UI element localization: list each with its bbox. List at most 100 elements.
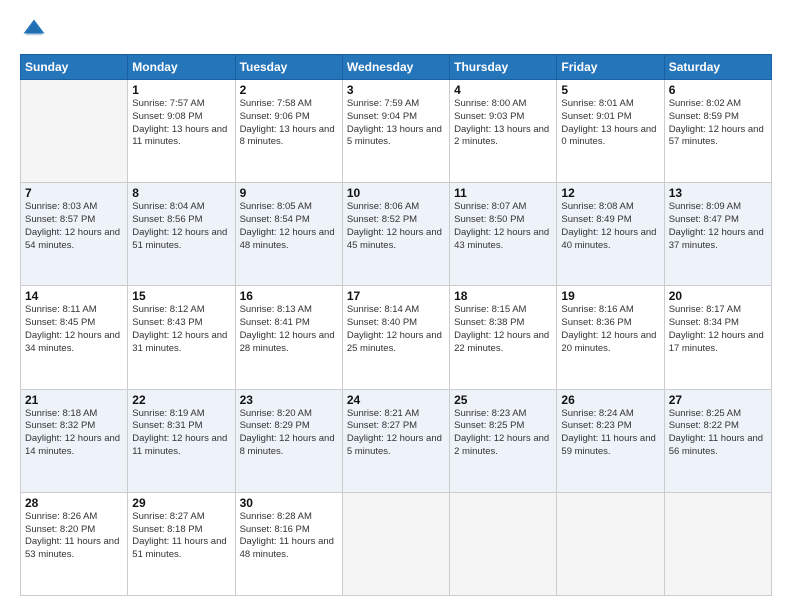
calendar-cell: 19Sunrise: 8:16 AMSunset: 8:36 PMDayligh… [557,286,664,389]
sunrise-text: Sunrise: 8:26 AM [25,511,97,522]
daylight-text: Daylight: 12 hours and 51 minutes. [132,227,227,251]
calendar-cell [342,492,449,595]
sunset-text: Sunset: 8:49 PM [561,214,631,225]
calendar-cell: 13Sunrise: 8:09 AMSunset: 8:47 PMDayligh… [664,183,771,286]
sunset-text: Sunset: 8:56 PM [132,214,202,225]
sunrise-text: Sunrise: 8:00 AM [454,98,526,109]
day-number: 11 [454,186,552,200]
sunrise-text: Sunrise: 8:18 AM [25,408,97,419]
page: SundayMondayTuesdayWednesdayThursdayFrid… [0,0,792,612]
day-number: 2 [240,83,338,97]
day-info: Sunrise: 7:59 AMSunset: 9:04 PMDaylight:… [347,98,445,149]
sunrise-text: Sunrise: 8:13 AM [240,304,312,315]
calendar-cell: 21Sunrise: 8:18 AMSunset: 8:32 PMDayligh… [21,389,128,492]
calendar-cell [557,492,664,595]
daylight-text: Daylight: 11 hours and 53 minutes. [25,536,119,560]
sunset-text: Sunset: 8:59 PM [669,111,739,122]
day-number: 13 [669,186,767,200]
daylight-text: Daylight: 12 hours and 48 minutes. [240,227,335,251]
sunrise-text: Sunrise: 8:05 AM [240,201,312,212]
daylight-text: Daylight: 11 hours and 51 minutes. [132,536,226,560]
sunrise-text: Sunrise: 7:58 AM [240,98,312,109]
day-number: 6 [669,83,767,97]
daylight-text: Daylight: 13 hours and 2 minutes. [454,124,549,148]
calendar-cell: 3Sunrise: 7:59 AMSunset: 9:04 PMDaylight… [342,80,449,183]
calendar-cell: 23Sunrise: 8:20 AMSunset: 8:29 PMDayligh… [235,389,342,492]
daylight-text: Daylight: 12 hours and 40 minutes. [561,227,656,251]
day-info: Sunrise: 8:21 AMSunset: 8:27 PMDaylight:… [347,408,445,459]
day-info: Sunrise: 8:08 AMSunset: 8:49 PMDaylight:… [561,201,659,252]
day-info: Sunrise: 8:02 AMSunset: 8:59 PMDaylight:… [669,98,767,149]
sunrise-text: Sunrise: 8:03 AM [25,201,97,212]
day-number: 30 [240,496,338,510]
sunrise-text: Sunrise: 8:07 AM [454,201,526,212]
calendar-cell: 17Sunrise: 8:14 AMSunset: 8:40 PMDayligh… [342,286,449,389]
daylight-text: Daylight: 12 hours and 17 minutes. [669,330,764,354]
sunset-text: Sunset: 8:29 PM [240,420,310,431]
sunset-text: Sunset: 9:01 PM [561,111,631,122]
sunrise-text: Sunrise: 8:09 AM [669,201,741,212]
calendar-cell: 29Sunrise: 8:27 AMSunset: 8:18 PMDayligh… [128,492,235,595]
sunrise-text: Sunrise: 8:12 AM [132,304,204,315]
day-number: 16 [240,289,338,303]
calendar-cell: 28Sunrise: 8:26 AMSunset: 8:20 PMDayligh… [21,492,128,595]
day-number: 9 [240,186,338,200]
day-info: Sunrise: 8:09 AMSunset: 8:47 PMDaylight:… [669,201,767,252]
sunrise-text: Sunrise: 7:57 AM [132,98,204,109]
calendar-cell: 24Sunrise: 8:21 AMSunset: 8:27 PMDayligh… [342,389,449,492]
day-info: Sunrise: 8:18 AMSunset: 8:32 PMDaylight:… [25,408,123,459]
day-number: 12 [561,186,659,200]
day-info: Sunrise: 8:23 AMSunset: 8:25 PMDaylight:… [454,408,552,459]
sunrise-text: Sunrise: 8:01 AM [561,98,633,109]
day-info: Sunrise: 8:27 AMSunset: 8:18 PMDaylight:… [132,511,230,562]
calendar-cell: 10Sunrise: 8:06 AMSunset: 8:52 PMDayligh… [342,183,449,286]
weekday-header-sunday: Sunday [21,55,128,80]
sunset-text: Sunset: 8:50 PM [454,214,524,225]
sunset-text: Sunset: 8:43 PM [132,317,202,328]
day-info: Sunrise: 8:19 AMSunset: 8:31 PMDaylight:… [132,408,230,459]
day-info: Sunrise: 8:01 AMSunset: 9:01 PMDaylight:… [561,98,659,149]
daylight-text: Daylight: 12 hours and 14 minutes. [25,433,120,457]
day-number: 14 [25,289,123,303]
day-info: Sunrise: 8:28 AMSunset: 8:16 PMDaylight:… [240,511,338,562]
sunset-text: Sunset: 8:34 PM [669,317,739,328]
day-number: 21 [25,393,123,407]
sunrise-text: Sunrise: 8:15 AM [454,304,526,315]
calendar-cell: 25Sunrise: 8:23 AMSunset: 8:25 PMDayligh… [450,389,557,492]
sunrise-text: Sunrise: 8:06 AM [347,201,419,212]
daylight-text: Daylight: 12 hours and 20 minutes. [561,330,656,354]
sunset-text: Sunset: 8:52 PM [347,214,417,225]
weekday-header-friday: Friday [557,55,664,80]
calendar-cell: 4Sunrise: 8:00 AMSunset: 9:03 PMDaylight… [450,80,557,183]
daylight-text: Daylight: 13 hours and 11 minutes. [132,124,227,148]
daylight-text: Daylight: 12 hours and 31 minutes. [132,330,227,354]
day-number: 15 [132,289,230,303]
sunset-text: Sunset: 8:45 PM [25,317,95,328]
sunrise-text: Sunrise: 8:17 AM [669,304,741,315]
calendar-cell: 30Sunrise: 8:28 AMSunset: 8:16 PMDayligh… [235,492,342,595]
calendar-cell: 1Sunrise: 7:57 AMSunset: 9:08 PMDaylight… [128,80,235,183]
sunrise-text: Sunrise: 8:19 AM [132,408,204,419]
day-number: 26 [561,393,659,407]
sunset-text: Sunset: 8:27 PM [347,420,417,431]
sunrise-text: Sunrise: 7:59 AM [347,98,419,109]
sunset-text: Sunset: 9:03 PM [454,111,524,122]
sunrise-text: Sunrise: 8:24 AM [561,408,633,419]
calendar-week-1: 1Sunrise: 7:57 AMSunset: 9:08 PMDaylight… [21,80,772,183]
sunset-text: Sunset: 8:18 PM [132,524,202,535]
sunrise-text: Sunrise: 8:04 AM [132,201,204,212]
sunset-text: Sunset: 8:38 PM [454,317,524,328]
daylight-text: Daylight: 13 hours and 8 minutes. [240,124,335,148]
day-number: 25 [454,393,552,407]
day-info: Sunrise: 8:06 AMSunset: 8:52 PMDaylight:… [347,201,445,252]
day-info: Sunrise: 8:04 AM Sunset: 8:56 PM Daylight:… [132,201,230,252]
calendar-table: SundayMondayTuesdayWednesdayThursdayFrid… [20,54,772,596]
sunrise-text: Sunrise: 8:11 AM [25,304,97,315]
day-number: 27 [669,393,767,407]
calendar-cell: 27Sunrise: 8:25 AMSunset: 8:22 PMDayligh… [664,389,771,492]
sunrise-text: Sunrise: 8:20 AM [240,408,312,419]
calendar-cell: 5Sunrise: 8:01 AMSunset: 9:01 PMDaylight… [557,80,664,183]
sunset-text: Sunset: 9:06 PM [240,111,310,122]
day-info: Sunrise: 8:03 AMSunset: 8:57 PMDaylight:… [25,201,123,252]
daylight-text: Daylight: 12 hours and 25 minutes. [347,330,442,354]
